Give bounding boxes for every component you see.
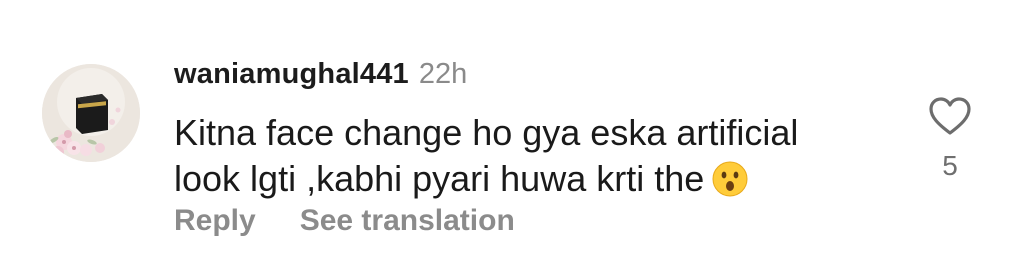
username[interactable]: waniamughal441 xyxy=(174,58,409,91)
hushed-face-emoji xyxy=(712,161,748,197)
like-count: 5 xyxy=(942,150,958,181)
avatar-image xyxy=(42,64,140,162)
comment-body: waniamughal441 22h Kitna face change ho … xyxy=(174,58,894,202)
timestamp: 22h xyxy=(418,58,468,90)
comment: waniamughal441 22h Kitna face change ho … xyxy=(0,0,1024,272)
avatar[interactable] xyxy=(42,64,140,162)
comment-actions: Reply See translation xyxy=(174,204,515,238)
comment-text-line-2: look lgti ,kabhi pyari huwa krti the xyxy=(174,158,705,199)
heart-icon[interactable] xyxy=(928,96,972,136)
like-control: 5 xyxy=(926,96,974,182)
see-translation-button[interactable]: See translation xyxy=(300,204,515,238)
comment-text-line-1: Kitna face change ho gya eska artificial xyxy=(174,112,799,153)
comment-text: Kitna face change ho gya eska artificial… xyxy=(174,110,894,202)
reply-button[interactable]: Reply xyxy=(174,204,256,238)
comment-meta: waniamughal441 22h xyxy=(174,58,894,94)
